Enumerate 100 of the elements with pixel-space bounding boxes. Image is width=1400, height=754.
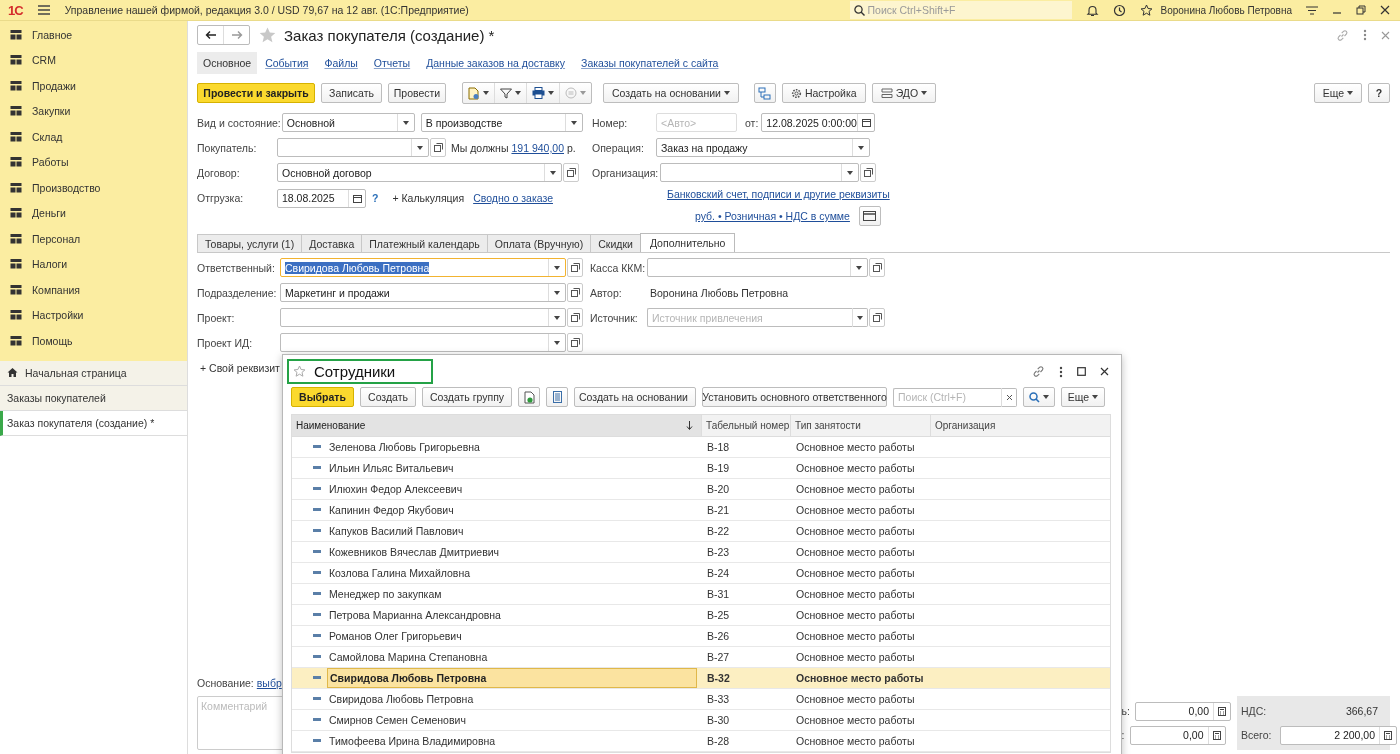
open-button[interactable] xyxy=(563,163,579,182)
section-link[interactable]: Файлы xyxy=(316,52,366,74)
more-button[interactable]: Еще xyxy=(1313,83,1362,103)
sidebar-item[interactable]: Склад xyxy=(0,124,187,150)
search-button[interactable] xyxy=(1023,387,1055,407)
edo-button[interactable]: ЭДО xyxy=(871,83,937,103)
create-button[interactable]: Создать xyxy=(360,387,416,407)
select-field[interactable] xyxy=(647,258,869,277)
sidebar-item[interactable]: Производство xyxy=(0,175,187,201)
link-icon[interactable] xyxy=(1032,365,1045,378)
select-field[interactable]: В производстве xyxy=(420,113,583,132)
sidebar-item[interactable]: Главное xyxy=(0,22,187,48)
search-field[interactable]: Поиск (Ctrl+F) xyxy=(893,387,1001,407)
filter-menu-icon[interactable] xyxy=(1306,4,1318,16)
card-button[interactable] xyxy=(858,206,881,226)
table-row[interactable]: Зеленова Любовь Григорьевна В-18 Основное место работы xyxy=(292,437,1110,458)
table-row[interactable]: Менеджер по закупкам В-31 Основное место работы xyxy=(292,584,1110,605)
sidebar-item[interactable]: Налоги xyxy=(0,251,187,277)
table-row[interactable]: Романов Олег Григорьевич В-26 Основное место работы xyxy=(292,626,1110,647)
table-row[interactable]: Петрова Марианна Александровна В-25 Основное место работы xyxy=(292,605,1110,626)
select-field[interactable] xyxy=(280,308,566,327)
sidebar-item[interactable]: Персонал xyxy=(0,226,187,252)
table-row[interactable]: Капуков Василий Павлович В-22 Основное место работы xyxy=(292,521,1110,542)
sidebar-item[interactable]: Деньги xyxy=(0,200,187,226)
global-search-field[interactable]: Поиск Ctrl+Shift+F xyxy=(849,1,1072,19)
create-based-on-button[interactable]: Создать на основании xyxy=(603,83,739,103)
column-header[interactable]: Табельный номер xyxy=(702,415,791,436)
star-icon[interactable] xyxy=(259,27,276,43)
column-header[interactable]: Тип занятости xyxy=(791,415,931,436)
table-row[interactable]: Козлова Галина Михайловна В-24 Основное место работы xyxy=(292,563,1110,584)
dropdown-button[interactable] xyxy=(852,308,868,327)
sidebar-item[interactable]: Закупки xyxy=(0,98,187,124)
star-icon[interactable] xyxy=(293,365,306,378)
post-and-close-button[interactable]: Провести и закрыть xyxy=(197,83,315,103)
open-button[interactable] xyxy=(860,163,877,182)
select-field[interactable]: Основной xyxy=(281,113,415,132)
create-group-button[interactable]: Создать группу xyxy=(422,387,512,407)
section-link[interactable]: События xyxy=(257,52,317,74)
tab[interactable]: Платежный календарь xyxy=(361,234,488,253)
star-icon[interactable] xyxy=(1139,3,1153,17)
total-amount-field[interactable]: 2 200,00 xyxy=(1280,725,1397,745)
table-row[interactable]: Кожевников Вячеслав Дмитриевич В-23 Основное место работы xyxy=(292,542,1110,563)
table-row[interactable]: Тимофеева Ирина Владимировна В-28 Основное место работы xyxy=(292,731,1110,752)
toolbar-button[interactable]: Провести xyxy=(388,83,446,103)
order-summary-link[interactable]: Сводно о заказе xyxy=(473,192,553,204)
open-button[interactable] xyxy=(567,308,583,327)
open-button[interactable] xyxy=(869,258,886,277)
amount-field[interactable]: 0,00 xyxy=(1129,725,1226,745)
close-icon[interactable] xyxy=(1380,5,1390,15)
help-button[interactable]: ? xyxy=(1368,83,1390,103)
choose-button[interactable]: Выбрать xyxy=(291,387,354,407)
column-header[interactable]: Организация xyxy=(931,415,1110,436)
open-window-tab[interactable]: Начальная страница xyxy=(0,360,187,386)
open-button[interactable] xyxy=(869,308,885,327)
table-row[interactable]: Свиридова Любовь Петровна В-32 Основное место работы xyxy=(292,668,1110,689)
sidebar-item[interactable]: CRM xyxy=(0,47,187,73)
history-icon[interactable] xyxy=(1112,3,1126,17)
more-button[interactable]: Еще xyxy=(1061,387,1105,407)
debt-amount-link[interactable]: 191 940,00 xyxy=(511,141,564,154)
settings-button[interactable]: Настройка xyxy=(781,83,866,103)
date-field[interactable]: 18.08.2025 xyxy=(277,188,366,208)
section-link[interactable]: Отчеты xyxy=(365,52,419,74)
sidebar-item[interactable]: Работы xyxy=(0,149,187,175)
app-logo[interactable]: 1С xyxy=(8,2,23,18)
open-button[interactable] xyxy=(567,258,583,277)
table-row[interactable]: Свиридова Любовь Петровна В-33 Основное место работы xyxy=(292,689,1110,710)
open-button[interactable] xyxy=(567,283,583,302)
restore-icon[interactable] xyxy=(1356,5,1366,15)
select-field[interactable] xyxy=(660,163,860,182)
structure-button[interactable] xyxy=(753,83,776,103)
section-link[interactable]: Заказы покупателей с сайта xyxy=(573,52,727,74)
sidebar-item[interactable]: Настройки xyxy=(0,302,187,328)
column-header[interactable]: Наименование xyxy=(292,415,702,436)
select-field[interactable]: Маркетинг и продажи xyxy=(280,283,566,302)
global-search-input[interactable]: Поиск Ctrl+Shift+F xyxy=(867,4,1058,16)
section-link[interactable]: Основное xyxy=(197,52,258,74)
list-button[interactable] xyxy=(546,387,568,407)
amount-field[interactable]: 0,00 xyxy=(1135,701,1231,721)
table-row[interactable]: Ильин Ильяс Витальевич В-19 Основное место работы xyxy=(292,458,1110,479)
bank-details-link[interactable]: Банковский счет, подписи и другие реквизиты xyxy=(667,188,890,200)
help-link[interactable]: ? xyxy=(372,192,379,204)
tab[interactable]: Дополнительно xyxy=(639,233,736,253)
select-field[interactable]: Основной договор xyxy=(277,163,562,182)
open-button[interactable] xyxy=(567,333,583,352)
menu-icon[interactable] xyxy=(37,5,50,15)
more-icon[interactable] xyxy=(1059,365,1063,378)
calculation-link[interactable]: + Калькуляция xyxy=(392,192,465,204)
select-field[interactable] xyxy=(277,138,429,157)
select-basis-link[interactable]: выбр xyxy=(256,677,282,689)
open-button[interactable] xyxy=(430,138,446,157)
user-name[interactable]: Воронина Любовь Петровна xyxy=(1160,4,1292,16)
open-window-tab[interactable]: Заказы покупателей xyxy=(0,385,187,411)
date-field[interactable]: 12.08.2025 0:00:00 xyxy=(761,113,876,132)
create-based-on-button[interactable]: Создать на основании xyxy=(574,387,696,407)
open-window-tab[interactable]: Заказ покупателя (создание) * xyxy=(0,410,187,436)
select-field[interactable] xyxy=(280,333,566,352)
tab[interactable]: Скидки xyxy=(590,234,641,253)
sidebar-item[interactable]: Продажи xyxy=(0,73,187,99)
maximize-icon[interactable] xyxy=(1077,367,1086,376)
table-row[interactable]: Илюхин Федор Алексеевич В-20 Основное место работы xyxy=(292,479,1110,500)
